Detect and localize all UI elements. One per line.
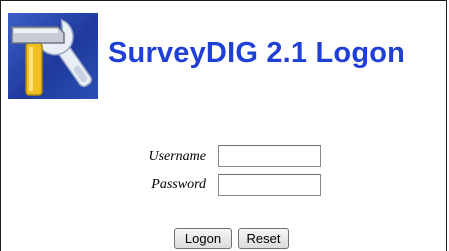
- username-input[interactable]: [218, 145, 321, 167]
- username-label: Username: [148, 149, 206, 164]
- reset-button[interactable]: Reset: [238, 228, 289, 249]
- hammer-wrench-logo-icon: [8, 13, 98, 99]
- logon-button[interactable]: Logon: [174, 228, 232, 249]
- password-input[interactable]: [218, 174, 321, 196]
- page-title: SurveyDIG 2.1 Logon: [108, 37, 406, 69]
- password-label: Password: [151, 177, 206, 192]
- logon-page: SurveyDIG 2.1 Logon Username Password Lo…: [0, 0, 447, 251]
